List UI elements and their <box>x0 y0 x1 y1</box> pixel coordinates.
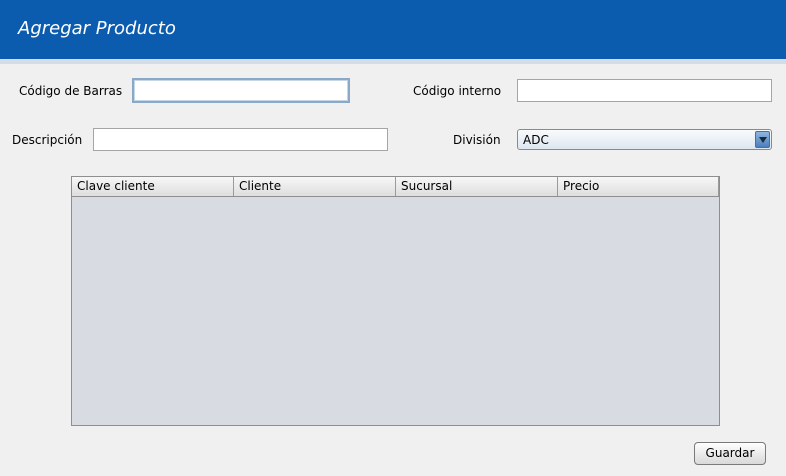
description-label: Descripción <box>12 133 83 147</box>
page-title: Agregar Producto <box>18 18 176 39</box>
barcode-input[interactable] <box>132 78 350 103</box>
prices-table[interactable]: Clave cliente Cliente Sucursal Precio <box>71 176 720 426</box>
division-selected-value: ADC <box>523 133 549 147</box>
column-header-clave-cliente[interactable]: Clave cliente <box>72 177 234 196</box>
division-label: División <box>453 133 501 147</box>
barcode-label: Código de Barras <box>19 84 123 98</box>
division-dropdown-button[interactable] <box>755 131 770 148</box>
column-header-precio[interactable]: Precio <box>558 177 719 196</box>
chevron-down-icon <box>759 137 767 143</box>
table-header: Clave cliente Cliente Sucursal Precio <box>72 177 719 197</box>
save-button[interactable]: Guardar <box>694 442 766 465</box>
internal-code-input[interactable] <box>517 79 772 102</box>
internal-code-label: Código interno <box>413 84 502 98</box>
header-bar: Agregar Producto <box>0 0 786 59</box>
division-select[interactable]: ADC <box>517 129 772 150</box>
header-divider <box>0 59 786 64</box>
column-header-cliente[interactable]: Cliente <box>234 177 396 196</box>
column-header-sucursal[interactable]: Sucursal <box>396 177 558 196</box>
description-input[interactable] <box>93 128 388 151</box>
